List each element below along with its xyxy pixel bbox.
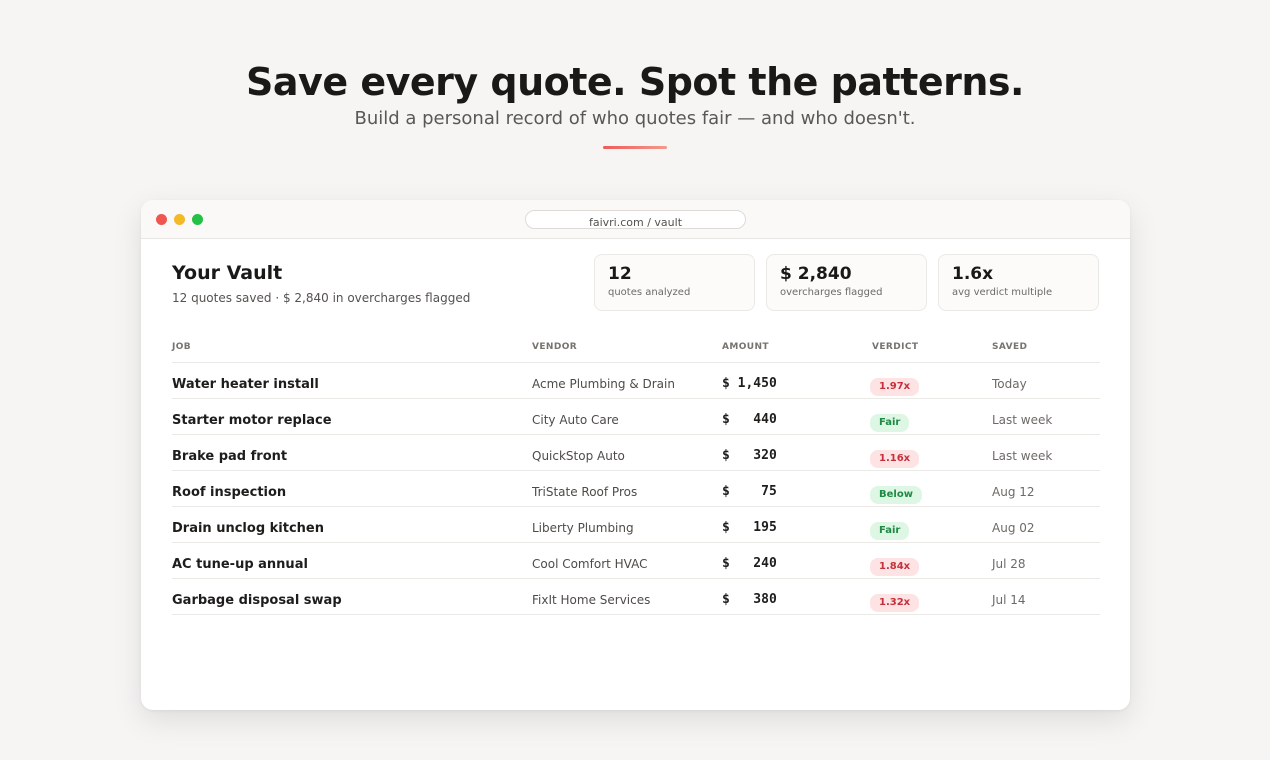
table-row[interactable]: Starter motor replace City Auto Care $ 440… (172, 399, 1100, 435)
browser-window: faivri.com / vault Your Vault 12 quotes … (141, 200, 1130, 710)
table-row[interactable]: Garbage disposal swap FixIt Home Services… (172, 579, 1100, 615)
verdict-badge: Fair (870, 414, 910, 432)
verdict-cell: 1.32x (870, 590, 920, 612)
url-bar[interactable]: faivri.com / vault (525, 210, 746, 229)
minimize-window-dot[interactable] (174, 214, 185, 225)
table-row[interactable]: Water heater install Acme Plumbing & Drai… (172, 363, 1100, 399)
vault-title: Your Vault (172, 262, 283, 284)
vault-summary: 12 quotes saved · $ 2,840 in overcharges… (172, 291, 471, 305)
stat-label: overcharges flagged (780, 287, 883, 298)
verdict-cell: Fair (870, 410, 910, 432)
verdict-badge: 1.32x (870, 594, 920, 612)
verdict-badge: 1.16x (870, 450, 920, 468)
stat-card-verdict-multiple: 1.6x avg verdict multiple (938, 254, 1099, 311)
stat-card-quotes: 12 quotes analyzed (594, 254, 755, 311)
job-cell: Garbage disposal swap (172, 593, 342, 608)
stat-value: 12 (608, 264, 632, 284)
vault-header: Your Vault 12 quotes saved · $ 2,840 in … (172, 262, 470, 305)
quotes-table: JOB VENDOR AMOUNT VERDICT SAVED Water he… (172, 340, 1100, 615)
hero: Save every quote. Spot the patterns. Bui… (0, 60, 1270, 149)
verdict-cell: Fair (870, 518, 910, 540)
table-row[interactable]: Brake pad front QuickStop Auto $ 320 Last w… (172, 435, 1100, 471)
column-header-amount[interactable]: AMOUNT (722, 342, 769, 352)
column-header-saved[interactable]: SAVED (992, 342, 1027, 352)
verdict-cell: Below (870, 482, 922, 504)
verdict-cell: 1.97x (870, 374, 920, 396)
column-header-vendor[interactable]: VENDOR (532, 342, 577, 352)
stat-value: $ 2,840 (780, 264, 852, 284)
verdict-cell: 1.84x (870, 554, 920, 576)
verdict-badge: 1.84x (870, 558, 920, 576)
column-header-job[interactable]: JOB (172, 342, 191, 352)
verdict-badge: Below (870, 486, 922, 504)
stat-value: 1.6x (952, 264, 994, 284)
table-row[interactable]: AC tune-up annual Cool Comfort HVAC $ 240 J… (172, 543, 1100, 579)
hero-subtitle: Build a personal record of who quotes fa… (354, 108, 916, 129)
table-row[interactable]: Roof inspection TriState Roof Pros $ 75 Aug… (172, 471, 1100, 507)
stat-label: quotes analyzed (608, 287, 691, 298)
accent-divider (603, 146, 667, 149)
verdict-badge: Fair (870, 522, 910, 540)
stat-card-overcharges: $ 2,840 overcharges flagged (766, 254, 927, 311)
close-window-dot[interactable] (156, 214, 167, 225)
column-header-verdict[interactable]: VERDICT (872, 342, 918, 352)
hero-title: Save every quote. Spot the patterns. (246, 60, 1024, 104)
table-row[interactable]: Drain unclog kitchen Liberty Plumbing $ 19… (172, 507, 1100, 543)
table-header: JOB VENDOR AMOUNT VERDICT SAVED (172, 340, 1100, 363)
amount-cell: $ 380 (722, 592, 777, 607)
table-body: Water heater install Acme Plumbing & Drai… (172, 363, 1100, 615)
stat-label: avg verdict multiple (952, 287, 1053, 298)
verdict-badge: 1.97x (870, 378, 920, 396)
saved-cell: Jul 14 (992, 593, 1026, 607)
vendor-cell: FixIt Home Services (532, 593, 651, 607)
maximize-window-dot[interactable] (192, 214, 203, 225)
browser-titlebar: faivri.com / vault (141, 200, 1130, 239)
verdict-cell: 1.16x (870, 446, 920, 468)
